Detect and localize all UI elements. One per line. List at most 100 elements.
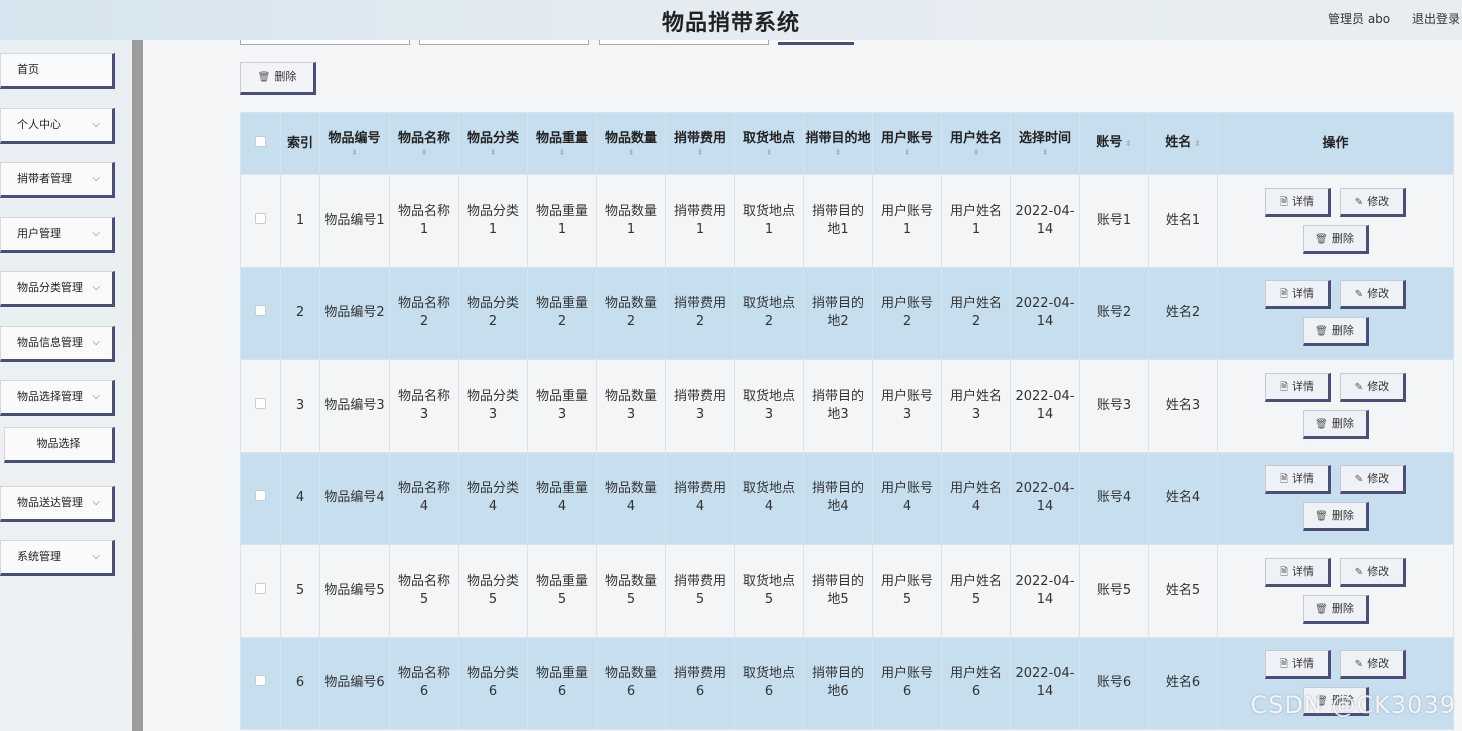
select-all-checkbox[interactable] xyxy=(255,135,266,147)
sidebar-item-2[interactable]: 捎带者管理 ⌵ xyxy=(0,162,115,198)
trash-icon: 🗑 xyxy=(1315,511,1328,523)
sort-icon[interactable]: ⬍ xyxy=(1012,148,1079,158)
column-header[interactable]: 物品分类 ⬍ xyxy=(458,112,528,175)
sidebar-item-3[interactable]: 用户管理 ⌵ xyxy=(0,217,115,253)
cell-fee: 捎带费用6 xyxy=(665,636,735,730)
top-header: 物品捎带系统 管理员 abo 退出登录 xyxy=(0,0,1462,40)
cell-user_acct: 用户账号5 xyxy=(872,544,942,638)
column-header-label: 物品重量 xyxy=(535,130,588,146)
edit-button[interactable]: ✎ 修改 xyxy=(1340,465,1406,495)
sidebar-item-1[interactable]: 个人中心 ⌵ xyxy=(0,108,115,144)
cell-category: 物品分类2 xyxy=(458,266,528,360)
trash-icon: 🗑 xyxy=(1315,326,1328,338)
detail-button[interactable]: 🗎 详情 xyxy=(1265,280,1331,310)
search-input-2[interactable] xyxy=(419,40,589,45)
cell-index: 2 xyxy=(280,266,320,360)
cell-user_acct: 用户账号6 xyxy=(872,636,942,730)
cell-time: 2022-04-14 xyxy=(1010,636,1080,730)
chevron-down-icon: ⌵ xyxy=(92,551,100,562)
edit-button[interactable]: ✎ 修改 xyxy=(1340,280,1406,310)
detail-label: 详情 xyxy=(1292,194,1315,208)
sidebar-item-0[interactable]: 首页 xyxy=(0,53,115,89)
sidebar-item-8[interactable]: 系统管理 ⌵ xyxy=(0,540,115,576)
search-input-1[interactable] xyxy=(240,40,410,45)
sort-icon[interactable]: ⬍ xyxy=(598,148,665,158)
column-header[interactable]: 物品编号 ⬍ xyxy=(319,112,390,175)
delete-button[interactable]: 🗑 删除 xyxy=(1302,317,1369,347)
row-checkbox[interactable] xyxy=(255,397,266,409)
edit-button[interactable]: ✎ 修改 xyxy=(1340,557,1406,587)
row-checkbox[interactable] xyxy=(255,582,266,594)
pencil-icon: ✎ xyxy=(1354,381,1364,393)
search-button[interactable] xyxy=(778,40,854,45)
logout-link[interactable]: 退出登录 xyxy=(1412,12,1460,26)
sidebar-item-7[interactable]: 物品送达管理 ⌵ xyxy=(0,486,115,522)
sidebar-subitem-goods-selection[interactable]: 物品选择 xyxy=(4,427,115,463)
cell-pickup: 取货地点6 xyxy=(734,636,804,730)
column-header[interactable]: 索引 xyxy=(280,112,320,175)
detail-button[interactable]: 🗎 详情 xyxy=(1265,465,1331,495)
detail-button[interactable]: 🗎 详情 xyxy=(1265,557,1331,587)
detail-button[interactable]: 🗎 详情 xyxy=(1265,372,1331,402)
column-header[interactable]: 用户姓名 ⬍ xyxy=(941,112,1011,175)
column-header[interactable]: 姓名 ⬍ xyxy=(1148,112,1218,175)
main-content: 🗑 删除 索引 物品编号 ⬍ 物品名称 ⬍ 物品分类 ⬍ 物品重量 ⬍ 物品数量 ⬍ 捎带费用 ⬍ 取货地点… xyxy=(213,40,1462,731)
sort-icon[interactable]: ⬍ xyxy=(805,148,872,158)
row-select-cell xyxy=(240,451,281,545)
column-header[interactable]: 账号 ⬍ xyxy=(1079,112,1149,175)
cell-user_name: 用户姓名1 xyxy=(941,174,1011,268)
detail-button[interactable]: 🗎 详情 xyxy=(1265,187,1331,217)
sort-icon[interactable]: ⬍ xyxy=(1122,139,1132,148)
column-header[interactable]: 捎带费用 ⬍ xyxy=(665,112,735,175)
sidebar-item-label: 物品选择管理 xyxy=(17,390,83,403)
sort-icon[interactable]: ⬍ xyxy=(667,148,734,158)
column-header[interactable]: 物品数量 ⬍ xyxy=(596,112,666,175)
sort-icon[interactable]: ⬍ xyxy=(321,148,389,158)
table-row: 2 物品编号2 物品名称2 物品分类2 物品重量2 物品数量2 捎带费用2 取货地点2 捎带目的… xyxy=(240,266,1454,360)
sort-icon[interactable]: ⬍ xyxy=(874,148,941,158)
detail-button[interactable]: 🗎 详情 xyxy=(1265,650,1331,680)
edit-button[interactable]: ✎ 修改 xyxy=(1340,650,1406,680)
cell-person: 姓名1 xyxy=(1148,174,1218,268)
cell-user_acct: 用户账号4 xyxy=(872,451,942,545)
batch-delete-button[interactable]: 🗑 删除 xyxy=(240,62,316,95)
column-header[interactable]: 物品名称 ⬍ xyxy=(389,112,459,175)
cell-user_name: 用户姓名3 xyxy=(941,359,1011,453)
sort-icon[interactable]: ⬍ xyxy=(391,148,458,158)
edit-button[interactable]: ✎ 修改 xyxy=(1340,372,1406,402)
sidebar-item-4[interactable]: 物品分类管理 ⌵ xyxy=(0,271,115,307)
column-header[interactable]: 取货地点 ⬍ xyxy=(734,112,804,175)
sort-icon[interactable]: ⬍ xyxy=(529,148,596,158)
row-checkbox[interactable] xyxy=(255,305,266,317)
column-header[interactable]: 选择时间 ⬍ xyxy=(1010,112,1080,175)
chevron-down-icon: ⌵ xyxy=(92,228,100,239)
search-input-3[interactable] xyxy=(599,40,769,45)
cell-index: 6 xyxy=(280,636,320,730)
cell-time: 2022-04-14 xyxy=(1010,266,1080,360)
sort-icon[interactable]: ⬍ xyxy=(1191,139,1201,148)
delete-button[interactable]: 🗑 删除 xyxy=(1302,224,1369,254)
sidebar-scrollbar[interactable] xyxy=(132,40,143,731)
edit-label: 修改 xyxy=(1367,287,1390,301)
sidebar-item-6[interactable]: 物品选择管理 ⌵ xyxy=(0,380,115,416)
column-header[interactable]: 用户账号 ⬍ xyxy=(872,112,942,175)
cell-time: 2022-04-14 xyxy=(1010,174,1080,268)
row-checkbox[interactable] xyxy=(255,675,266,687)
sort-icon[interactable]: ⬍ xyxy=(460,148,527,158)
column-header-label: 账号 xyxy=(1096,135,1123,150)
delete-button[interactable]: 🗑 删除 xyxy=(1302,409,1369,439)
column-header[interactable]: 捎带目的地 ⬍ xyxy=(803,112,873,175)
cell-weight: 物品重量2 xyxy=(527,266,597,360)
sort-icon[interactable]: ⬍ xyxy=(943,148,1010,158)
edit-button[interactable]: ✎ 修改 xyxy=(1340,187,1406,217)
column-header[interactable]: 物品重量 ⬍ xyxy=(527,112,597,175)
delete-button[interactable]: 🗑 删除 xyxy=(1302,594,1369,624)
cell-index: 5 xyxy=(280,544,320,638)
cell-index: 3 xyxy=(280,359,320,453)
chevron-down-icon: ⌵ xyxy=(92,119,100,130)
row-checkbox[interactable] xyxy=(255,212,266,224)
sidebar-item-5[interactable]: 物品信息管理 ⌵ xyxy=(0,326,115,362)
row-checkbox[interactable] xyxy=(255,490,266,502)
delete-button[interactable]: 🗑 删除 xyxy=(1302,502,1369,532)
sort-icon[interactable]: ⬍ xyxy=(736,148,803,158)
